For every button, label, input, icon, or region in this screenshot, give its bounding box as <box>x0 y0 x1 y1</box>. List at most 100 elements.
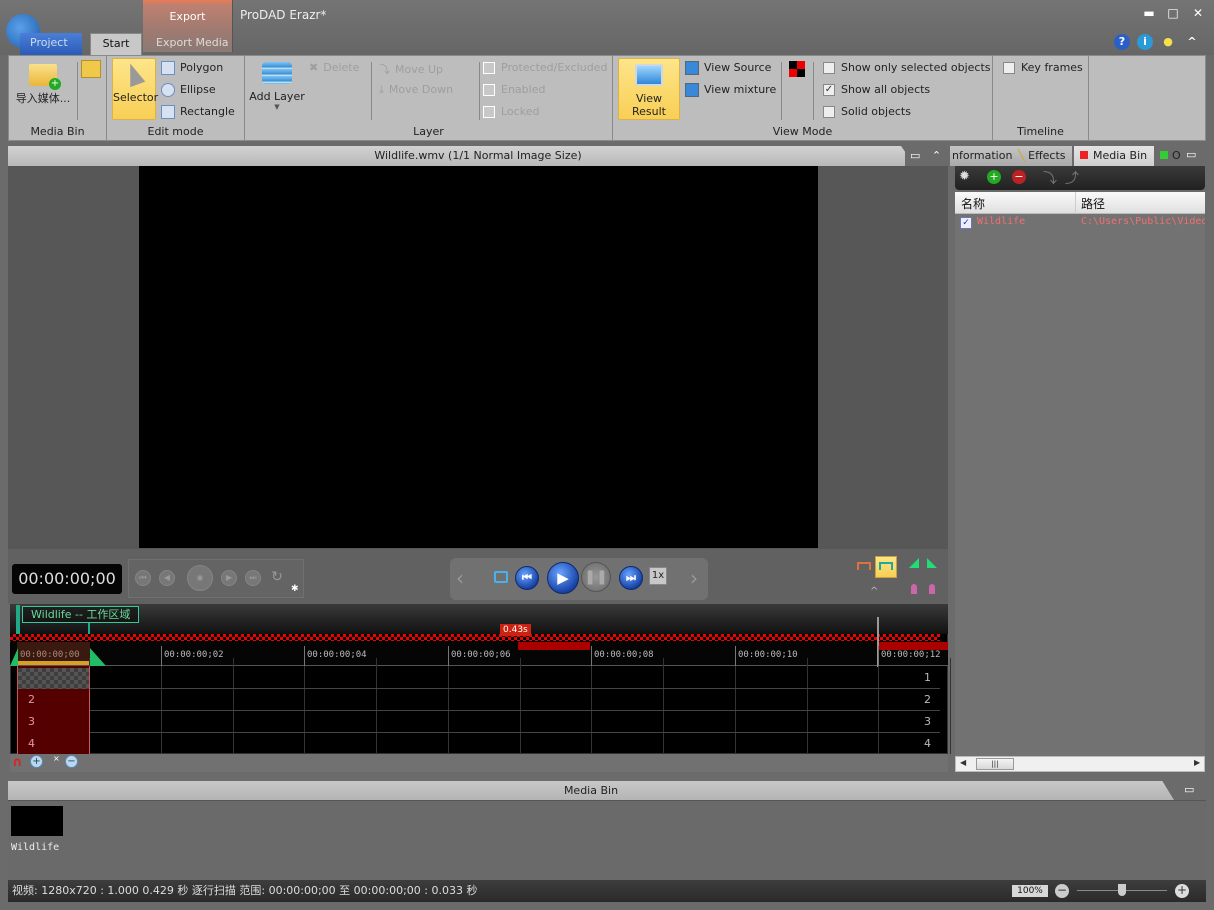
settings-gear-icon[interactable]: ✹ <box>959 169 970 184</box>
scroll-left-icon[interactable]: ◀ <box>960 758 966 767</box>
collapse-ribbon-icon[interactable]: ^ <box>1184 34 1200 50</box>
row-checkbox[interactable]: ✓ <box>960 217 972 229</box>
red-square-icon <box>1080 151 1088 159</box>
expand-up-icon[interactable]: ^ <box>870 586 878 597</box>
mark-out-icon[interactable] <box>927 558 937 568</box>
record-icon[interactable]: ◉ <box>187 565 213 591</box>
view-result-button[interactable]: View Result <box>618 58 680 120</box>
mask-color-icon[interactable] <box>789 61 805 77</box>
show-only-selected-checkbox[interactable]: Show only selected objects <box>823 61 991 74</box>
zoom-minus-icon[interactable]: − <box>1055 884 1069 898</box>
tab-effects[interactable]: ╲ Effects <box>1014 146 1072 166</box>
range-marker-icon[interactable] <box>857 562 871 570</box>
grid-line <box>233 658 234 754</box>
grid-line <box>520 658 521 754</box>
import-media-button[interactable]: + 导入媒体... <box>11 58 75 120</box>
ellipse-button[interactable]: Ellipse <box>161 83 216 97</box>
rectangle-button[interactable]: Rectangle <box>161 105 235 119</box>
tab-start[interactable]: Start <box>90 33 142 55</box>
in-point-marker[interactable] <box>10 648 18 666</box>
tab-effects-label: Effects <box>1028 149 1066 162</box>
info-icon[interactable]: i <box>1137 34 1153 50</box>
track-label-right: 1 <box>924 671 931 684</box>
pause-icon[interactable]: ❚❚ <box>581 562 611 592</box>
tab-information[interactable]: nformation <box>950 146 1014 166</box>
zoom-in-icon[interactable]: + <box>30 755 43 768</box>
next-nav-icon[interactable]: › <box>690 566 698 590</box>
track-view-toggle[interactable] <box>875 556 897 578</box>
refresh-icon[interactable]: ↻ <box>269 570 285 586</box>
settings-small-icon[interactable]: ✱ <box>291 584 299 594</box>
solid-objects-checkbox[interactable]: Solid objects <box>823 105 911 118</box>
column-path[interactable]: 路径 <box>1081 195 1105 212</box>
zoom-reset-icon[interactable]: × <box>53 754 60 763</box>
polygon-icon <box>161 61 175 75</box>
polygon-button[interactable]: Polygon <box>161 61 223 75</box>
mask-range-bar[interactable] <box>10 634 940 641</box>
go-end-icon[interactable]: ⏭ <box>245 570 261 586</box>
column-name[interactable]: 名称 <box>961 195 985 212</box>
keyframe-right-icon[interactable] <box>929 584 935 594</box>
ruler-tick-line <box>591 646 592 668</box>
maximize-panel-icon[interactable]: ▭ <box>910 149 920 162</box>
move-down-button[interactable]: ⤓ Move Down <box>379 83 453 97</box>
step-back-icon[interactable]: ◀ <box>159 570 175 586</box>
enabled-checkbox[interactable]: Enabled <box>483 83 545 96</box>
add-layer-button[interactable]: Add Layer ▼ <box>249 58 305 120</box>
horizontal-scrollbar[interactable]: ◀ ||| ▶ <box>955 756 1205 772</box>
media-row[interactable]: ✓ Wildlife C:\Users\Public\Videos <box>955 214 1205 232</box>
view-source-button[interactable]: View Source <box>685 61 771 75</box>
grid-line <box>807 658 808 754</box>
scroll-right-icon[interactable]: ▶ <box>1194 758 1200 767</box>
keyframe-left-icon[interactable] <box>911 584 917 594</box>
locked-checkbox[interactable]: Locked <box>483 105 539 118</box>
magnet-icon[interactable]: ∩ <box>12 755 23 770</box>
ruler-tick-label: 00:00:00;06 <box>451 650 511 660</box>
import-media-label: 导入媒体... <box>15 92 71 105</box>
maximize-right-panel-icon[interactable]: ▭ <box>1186 148 1196 161</box>
selector-button[interactable]: Selector <box>112 58 158 120</box>
zoom-slider-thumb[interactable] <box>1118 884 1126 896</box>
minimize-button[interactable]: ▬ <box>1140 6 1158 22</box>
loop-icon[interactable] <box>494 571 508 583</box>
tab-project[interactable]: Project <box>20 33 82 55</box>
maximize-button[interactable]: □ <box>1164 6 1182 22</box>
step-forward-icon[interactable]: ▶ <box>221 570 237 586</box>
play-icon[interactable]: ▶ <box>547 562 579 594</box>
tab-export-media[interactable]: Export Media <box>146 33 239 55</box>
mark-in-icon[interactable] <box>909 558 919 568</box>
move-down-item-icon[interactable]: ⤵ <box>1043 168 1057 188</box>
protected-checkbox[interactable]: Protected/Excluded <box>483 61 607 74</box>
delete-button[interactable]: ✖ Delete <box>309 61 359 74</box>
scroll-thumb[interactable]: ||| <box>976 758 1014 770</box>
zoom-out-icon[interactable]: − <box>65 755 78 768</box>
workarea-start-handle[interactable] <box>16 605 20 635</box>
video-preview[interactable] <box>139 166 818 548</box>
go-start-icon[interactable]: ⏮ <box>135 570 151 586</box>
previous-frame-icon[interactable]: ⏮ <box>515 566 539 590</box>
media-thumbnail[interactable] <box>11 806 63 836</box>
zoom-plus-icon[interactable]: + <box>1175 884 1189 898</box>
remove-item-icon[interactable]: − <box>1012 170 1026 184</box>
group-media-bin: + 导入媒体... Media Bin <box>9 56 107 140</box>
speed-button[interactable]: 1x <box>649 567 667 585</box>
tab-other[interactable]: O <box>1156 146 1186 166</box>
key-frames-checkbox[interactable]: Key frames <box>1003 61 1083 74</box>
collapse-panel-icon[interactable]: ⌃ <box>932 149 941 162</box>
film-icon[interactable] <box>81 60 101 78</box>
tab-media-bin[interactable]: Media Bin <box>1074 146 1154 166</box>
close-button[interactable]: ✕ <box>1189 6 1207 22</box>
help-icon[interactable]: ? <box>1114 34 1130 50</box>
track-divider <box>90 710 940 711</box>
out-point-marker[interactable] <box>90 648 106 666</box>
view-mixture-button[interactable]: View mixture <box>685 83 776 97</box>
delete-icon: ✖ <box>309 61 319 74</box>
next-frame-icon[interactable]: ⏭ <box>619 566 643 590</box>
show-all-checkbox[interactable]: ✓ Show all objects <box>823 83 930 96</box>
move-up-item-icon[interactable]: ⤴ <box>1065 168 1079 188</box>
add-item-icon[interactable]: + <box>987 170 1001 184</box>
move-up-button[interactable]: ⤵ Move Up <box>379 61 443 77</box>
prev-nav-icon[interactable]: ‹ <box>456 566 464 590</box>
maximize-media-bin-icon[interactable]: ▭ <box>1184 783 1194 796</box>
lightbulb-icon[interactable]: ● <box>1160 34 1176 50</box>
